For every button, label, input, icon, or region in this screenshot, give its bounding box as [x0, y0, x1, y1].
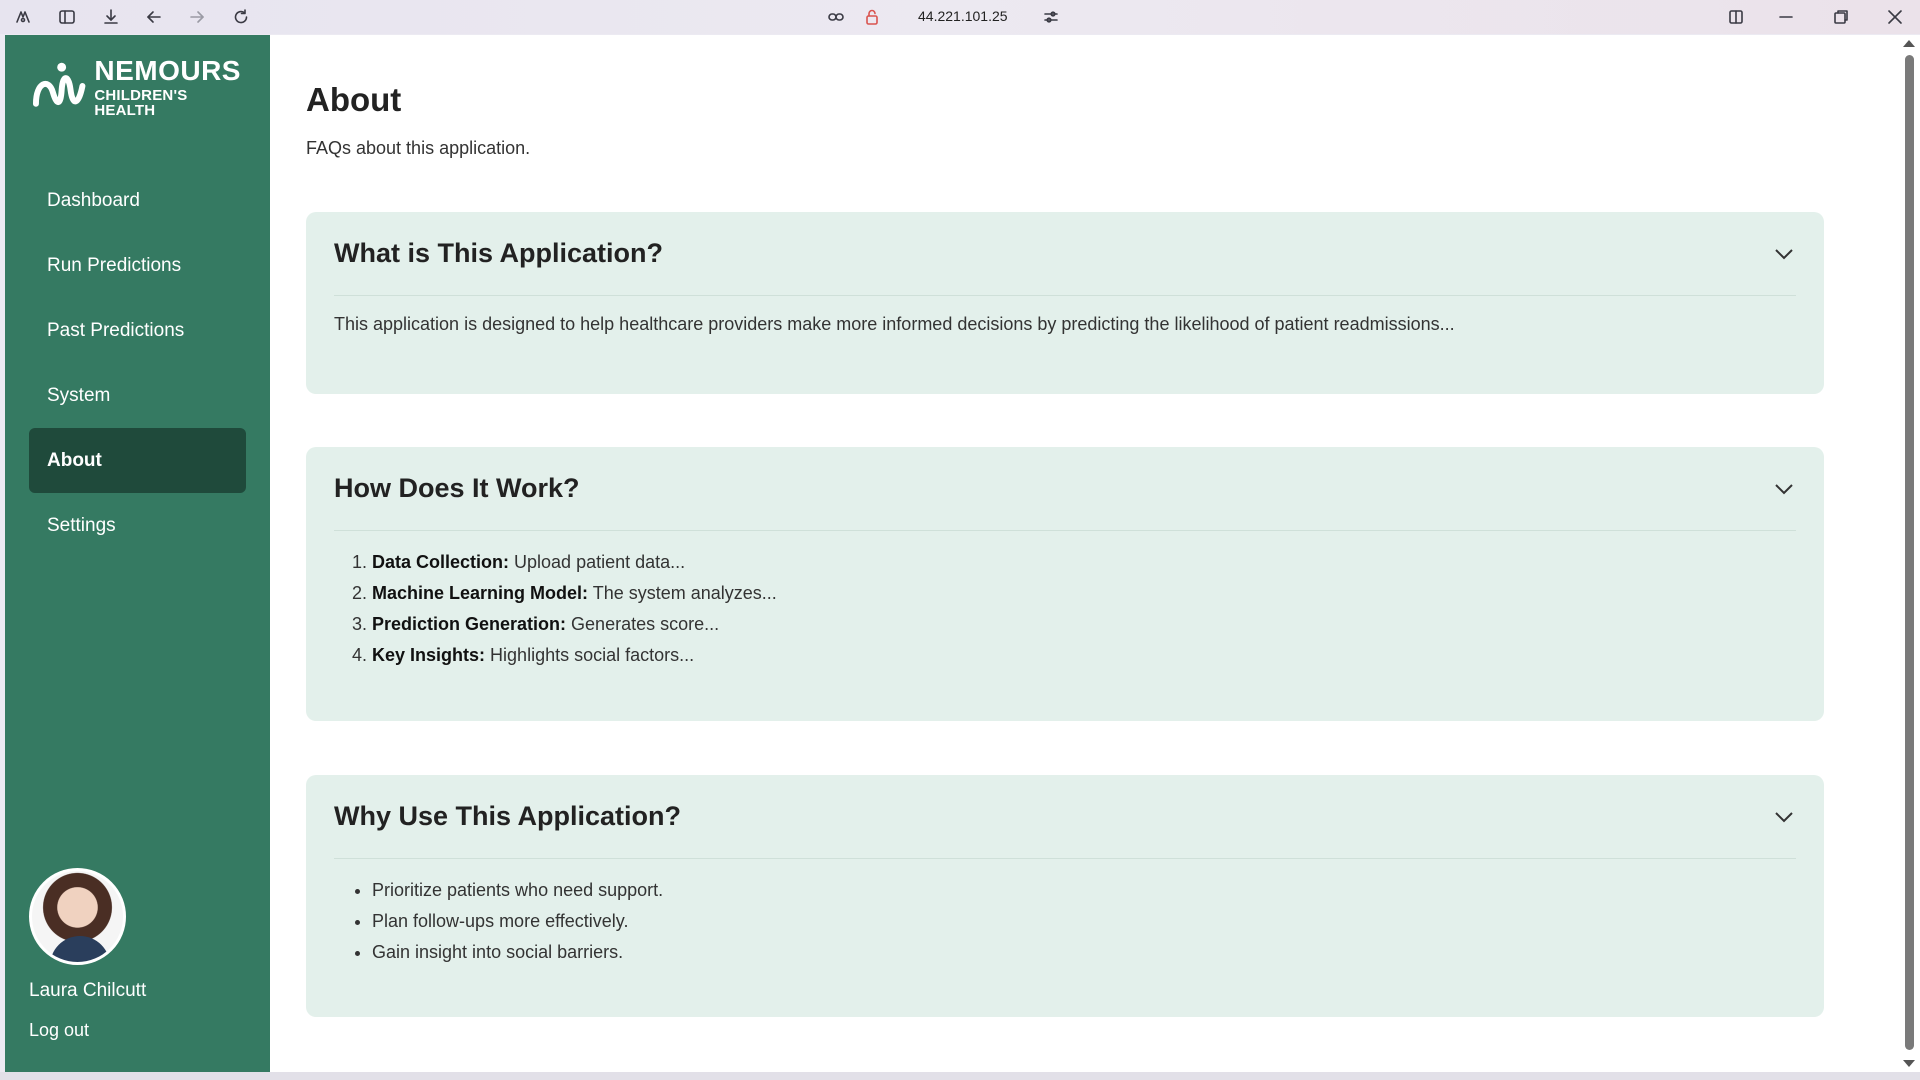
scroll-down-arrow-icon[interactable]	[1903, 1060, 1915, 1067]
faq-card-how: How Does It Work? Data Collection: Uploa…	[306, 447, 1824, 721]
insecure-lock-icon[interactable]	[859, 5, 885, 29]
vertical-scrollbar[interactable]	[1898, 35, 1920, 1072]
logout-link[interactable]: Log out	[29, 1020, 249, 1041]
user-block: Laura Chilcutt Log out	[29, 868, 249, 1041]
sidebar-item-dashboard[interactable]: Dashboard	[29, 168, 246, 233]
download-icon[interactable]	[98, 5, 124, 29]
chevron-down-icon[interactable]	[1772, 805, 1796, 829]
split-view-icon[interactable]	[1723, 5, 1749, 29]
user-name: Laura Chilcutt	[29, 980, 147, 1001]
list-item: Key Insights: Highlights social factors.…	[372, 640, 1796, 671]
link-icon[interactable]	[823, 5, 849, 29]
sidebar-item-run-predictions[interactable]: Run Predictions	[29, 233, 246, 298]
list-item: Machine Learning Model: The system analy…	[372, 578, 1796, 609]
faq-body-how: Data Collection: Upload patient data... …	[306, 531, 1824, 671]
nemours-logo-icon	[32, 62, 86, 107]
faq-header-what[interactable]: What is This Application?	[334, 212, 1796, 296]
list-item: Data Collection: Upload patient data...	[372, 547, 1796, 578]
avatar[interactable]	[29, 868, 126, 965]
page-title: About	[306, 81, 402, 118]
scroll-up-arrow-icon[interactable]	[1903, 40, 1915, 47]
sidebar-item-about[interactable]: About	[29, 428, 246, 493]
close-icon[interactable]	[1882, 5, 1908, 29]
sidebar: NEMOURS CHILDREN'S HEALTH Dashboard Run …	[5, 35, 270, 1072]
sidebar-nav: Dashboard Run Predictions Past Predictio…	[29, 168, 246, 558]
restore-icon[interactable]	[1828, 5, 1854, 29]
browser-menu-icon[interactable]	[10, 5, 36, 29]
sidebar-item-settings[interactable]: Settings	[29, 493, 246, 558]
faq-card-why: Why Use This Application? Prioritize pat…	[306, 775, 1824, 1017]
why-bullets-list: Prioritize patients who need support. Pl…	[372, 875, 1796, 968]
faq-header-how[interactable]: How Does It Work?	[334, 447, 1796, 531]
nemours-logo[interactable]: NEMOURS CHILDREN'S HEALTH	[31, 54, 251, 119]
sidebar-toggle-icon[interactable]	[54, 5, 80, 29]
address-bar-url[interactable]: 44.221.101.25	[918, 8, 1008, 24]
list-item: Prediction Generation: Generates score..…	[372, 609, 1796, 640]
chevron-down-icon[interactable]	[1772, 477, 1796, 501]
page-subtitle: FAQs about this application.	[306, 138, 531, 158]
list-item: Prioritize patients who need support.	[372, 875, 1796, 906]
scroll-thumb[interactable]	[1905, 55, 1914, 1050]
faq-header-why[interactable]: Why Use This Application?	[334, 775, 1796, 859]
minimize-icon[interactable]	[1773, 5, 1799, 29]
faq-answer-text: This application is designed to help hea…	[334, 314, 1455, 334]
sidebar-item-system[interactable]: System	[29, 363, 246, 428]
faq-body-what: This application is designed to help hea…	[306, 296, 1824, 335]
logo-text: NEMOURS CHILDREN'S HEALTH	[94, 54, 251, 119]
main-content: About FAQs about this application. What …	[270, 35, 1870, 1072]
faq-body-why: Prioritize patients who need support. Pl…	[306, 859, 1824, 968]
logo-brand-subtitle: CHILDREN'S HEALTH	[94, 86, 188, 119]
web-page: NEMOURS CHILDREN'S HEALTH Dashboard Run …	[5, 35, 1898, 1072]
forward-icon[interactable]	[184, 5, 210, 29]
sidebar-item-past-predictions[interactable]: Past Predictions	[29, 298, 246, 363]
browser-toolbar: 44.221.101.25	[0, 0, 1920, 34]
faq-card-what: What is This Application? This applicati…	[306, 212, 1824, 394]
reload-icon[interactable]	[228, 5, 254, 29]
site-settings-icon[interactable]	[1038, 5, 1064, 29]
logo-brand-name: NEMOURS	[94, 54, 241, 86]
list-item: Gain insight into social barriers.	[372, 937, 1796, 968]
faq-title: Why Use This Application?	[334, 801, 682, 831]
back-icon[interactable]	[141, 5, 167, 29]
faq-title: How Does It Work?	[334, 473, 580, 503]
chevron-down-icon[interactable]	[1772, 242, 1796, 266]
how-steps-list: Data Collection: Upload patient data... …	[372, 547, 1796, 671]
window-bottom-edge	[0, 1072, 1920, 1080]
faq-title: What is This Application?	[334, 238, 663, 268]
list-item: Plan follow-ups more effectively.	[372, 906, 1796, 937]
